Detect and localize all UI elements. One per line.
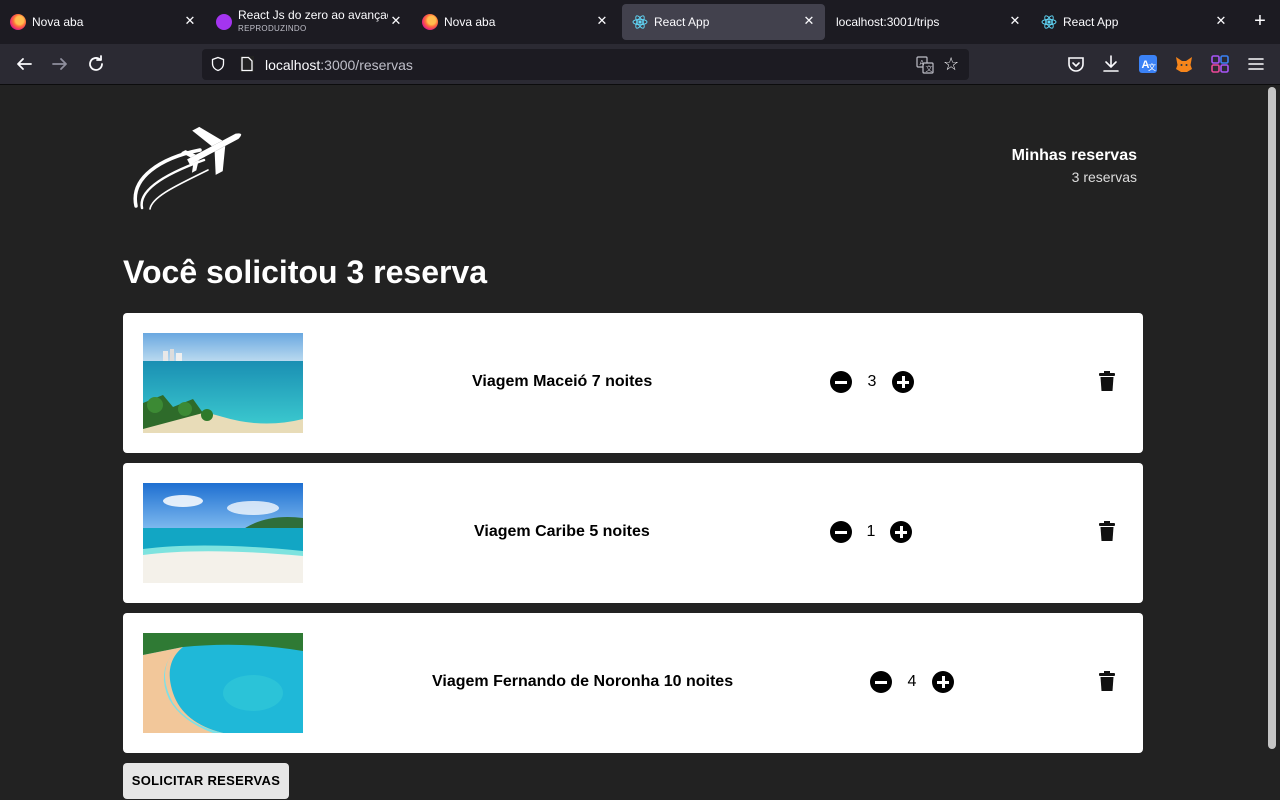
scrollbar-thumb[interactable] (1268, 87, 1276, 749)
trash-icon[interactable] (1099, 521, 1115, 541)
url-text[interactable]: localhost:3000/reservas (265, 57, 413, 73)
react-icon (632, 15, 648, 29)
page-icon (240, 56, 254, 72)
trash-icon[interactable] (1099, 371, 1115, 391)
minus-circle-icon[interactable] (830, 371, 852, 393)
destination-image-noronha (143, 633, 303, 733)
translate-icon[interactable]: A文 (916, 56, 934, 74)
minus-circle-icon[interactable] (830, 521, 852, 543)
cart-title: Minhas reservas (1011, 147, 1137, 164)
pocket-icon[interactable] (1065, 53, 1087, 75)
tab-title: Nova aba (32, 15, 84, 29)
scrollbar[interactable] (1265, 85, 1280, 800)
new-tab-button[interactable]: + (1248, 10, 1272, 34)
reload-button[interactable] (84, 52, 108, 76)
close-icon[interactable]: ✕ (1007, 13, 1023, 29)
url-bar[interactable]: localhost:3000/reservas A文 ☆ (202, 49, 969, 80)
quantity-value: 1 (866, 523, 876, 540)
tab-react-app-active[interactable]: React App ✕ (622, 4, 825, 40)
quantity-stepper: 1 (830, 521, 912, 543)
tab-title: Nova aba (444, 15, 496, 29)
cart-count: 3 reservas (1071, 169, 1137, 185)
forward-button[interactable] (48, 52, 72, 76)
quantity-value: 4 (907, 673, 917, 690)
translator-extension-icon[interactable]: A文 (1137, 53, 1159, 75)
trash-icon[interactable] (1099, 671, 1115, 691)
close-icon[interactable]: ✕ (594, 13, 610, 29)
tab-title: React App (654, 15, 710, 29)
firefox-icon (10, 14, 26, 30)
destination-image-maceio (143, 333, 303, 433)
submit-reservations-button[interactable]: SOLICITAR RESERVAS (123, 763, 289, 799)
minus-circle-icon[interactable] (870, 671, 892, 693)
react-icon (1041, 15, 1057, 29)
quantity-value: 3 (867, 373, 877, 390)
tab-react-app[interactable]: React App ✕ (1031, 4, 1237, 40)
reservation-name: Viagem Fernando de Noronha 10 noites (432, 673, 734, 690)
shield-icon[interactable] (210, 56, 226, 72)
svg-text:文: 文 (926, 64, 933, 73)
extension-icon[interactable] (1209, 53, 1231, 75)
download-icon[interactable] (1100, 53, 1122, 75)
tab-title: localhost:3001/trips (836, 15, 940, 29)
tab-title: React Js do zero ao avançado (238, 8, 388, 22)
bookmark-star-icon[interactable]: ☆ (943, 54, 959, 75)
quantity-stepper: 3 (830, 371, 914, 393)
svg-text:A: A (920, 60, 925, 67)
airplane-logo[interactable] (130, 118, 245, 210)
reservation-card: Viagem Maceió 7 noites 3 (123, 313, 1143, 453)
tab-nova-aba-2[interactable]: Nova aba ✕ (412, 4, 618, 40)
plus-circle-icon[interactable] (892, 371, 914, 393)
destination-image-caribe (143, 483, 303, 583)
arrow-right-icon (52, 58, 67, 70)
page-title: Você solicitou 3 reserva (123, 254, 488, 290)
close-icon[interactable]: ✕ (388, 13, 404, 29)
tab-title: React App (1063, 15, 1119, 29)
tab-subtitle: REPRODUZINDO (238, 24, 307, 33)
close-icon[interactable]: ✕ (1213, 13, 1229, 29)
plus-circle-icon[interactable] (890, 521, 912, 543)
reservation-card: Viagem Caribe 5 noites 1 (123, 463, 1143, 603)
close-icon[interactable]: ✕ (182, 13, 198, 29)
svg-text:文: 文 (1148, 62, 1156, 72)
udemy-icon (216, 14, 232, 30)
arrow-left-icon (17, 58, 32, 70)
navigation-toolbar: localhost:3000/reservas A文 ☆ A文 (0, 44, 1280, 85)
metamask-fox-icon[interactable] (1173, 53, 1195, 75)
reservation-name: Viagem Maceió 7 noites (472, 373, 653, 390)
tab-strip: Nova aba ✕ React Js do zero ao avançado … (0, 0, 1280, 44)
cart-summary[interactable]: Minhas reservas 3 reservas (1012, 147, 1137, 185)
tab-udemy[interactable]: React Js do zero ao avançado REPRODUZIND… (206, 4, 412, 40)
plus-circle-icon[interactable] (932, 671, 954, 693)
url-host: localhost (265, 57, 321, 73)
firefox-icon (422, 14, 438, 30)
close-icon[interactable]: ✕ (801, 13, 817, 29)
reload-icon (89, 55, 103, 71)
tab-localhost-trips[interactable]: localhost:3001/trips ✕ (825, 4, 1031, 40)
tab-nova-aba-1[interactable]: Nova aba ✕ (0, 4, 206, 40)
menu-hamburger-icon[interactable] (1245, 53, 1267, 75)
reservation-name: Viagem Caribe 5 noites (474, 523, 650, 540)
url-path: :3000/reservas (320, 57, 413, 73)
reservation-card: Viagem Fernando de Noronha 10 noites 4 (123, 613, 1143, 753)
back-button[interactable] (12, 52, 36, 76)
quantity-stepper: 4 (870, 671, 954, 693)
